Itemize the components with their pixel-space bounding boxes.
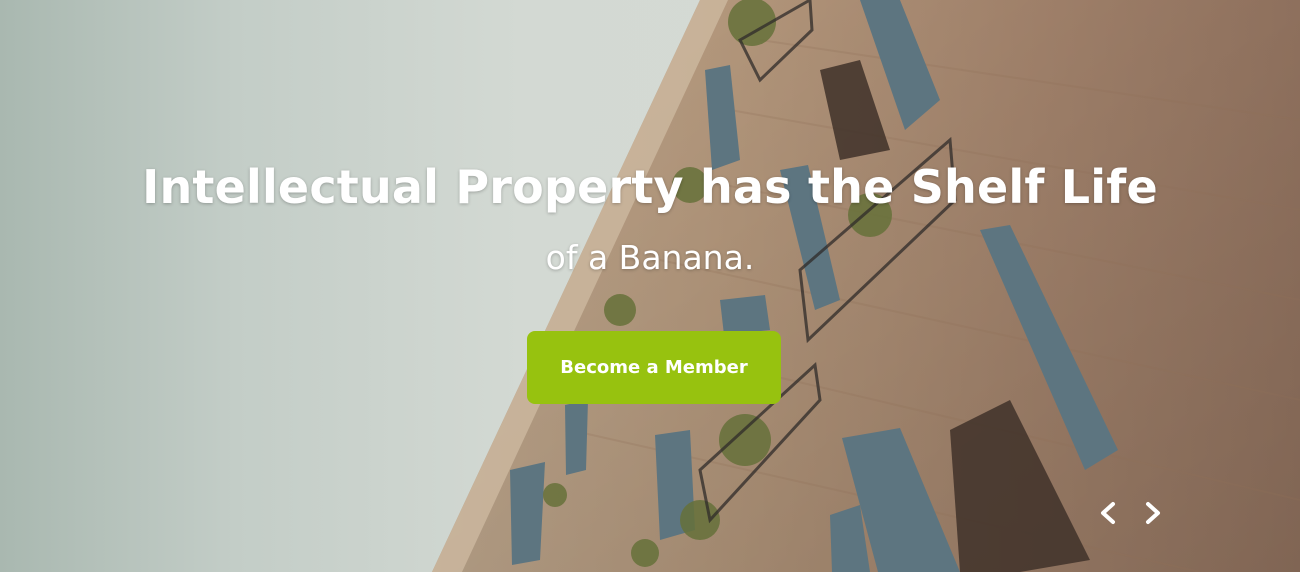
chevron-right-icon (1146, 502, 1160, 524)
become-member-button[interactable]: Become a Member (527, 331, 781, 404)
carousel-prev-button[interactable] (1091, 496, 1125, 530)
hero-slider: Intellectual Property has the Shelf Life… (0, 0, 1300, 572)
hero-content: Intellectual Property has the Shelf Life… (0, 0, 1300, 572)
carousel-next-button[interactable] (1136, 496, 1170, 530)
chevron-left-icon (1101, 502, 1115, 524)
hero-subheadline: of a Banana. (545, 238, 755, 277)
hero-headline: Intellectual Property has the Shelf Life (142, 160, 1158, 214)
